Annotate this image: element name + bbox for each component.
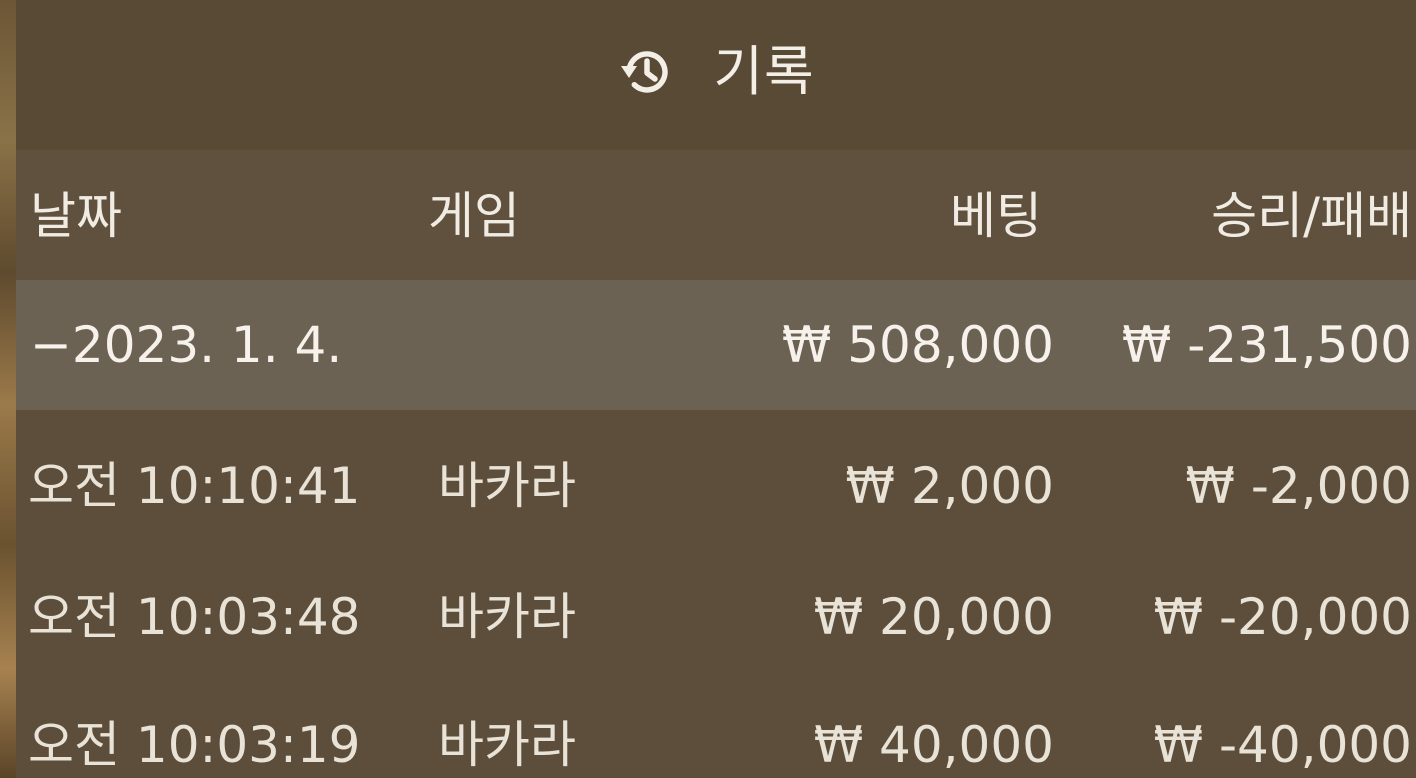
date-group-row[interactable]: −2023. 1. 4. ₩ 508,000 ₩ -231,500	[16, 280, 1416, 410]
table-row[interactable]: 오전 10:03:48 바카라 ₩ 20,000 ₩ -20,000	[16, 550, 1416, 674]
row-game: 바카라	[438, 588, 576, 646]
column-header-game: 게임	[428, 187, 520, 245]
row-time: 오전 10:03:19	[28, 716, 361, 774]
row-result: ₩ -20,000	[1153, 588, 1412, 646]
date-group-result-total: ₩ -231,500	[1121, 316, 1412, 374]
row-game: 바카라	[438, 457, 576, 515]
row-bet: ₩ 2,000	[845, 457, 1054, 515]
table-row[interactable]: 오전 10:03:19 바카라 ₩ 40,000 ₩ -40,000	[16, 680, 1416, 778]
background-edge	[0, 0, 16, 778]
date-group-label: −2023. 1. 4.	[30, 316, 343, 374]
date-group-bet-total: ₩ 508,000	[781, 316, 1054, 374]
table-row[interactable]: 오전 10:10:41 바카라 ₩ 2,000 ₩ -2,000	[16, 424, 1416, 548]
row-bet: ₩ 40,000	[813, 716, 1054, 774]
history-panel: 기록 날짜 게임 베팅 승리/패배 −2023. 1. 4. ₩ 508,000…	[16, 0, 1416, 778]
row-result: ₩ -2,000	[1185, 457, 1412, 515]
column-header-date: 날짜	[30, 187, 122, 245]
row-bet: ₩ 20,000	[813, 588, 1054, 646]
row-result: ₩ -40,000	[1153, 716, 1412, 774]
row-time: 오전 10:03:48	[28, 588, 361, 646]
column-header-result: 승리/패배	[1211, 187, 1412, 245]
row-game: 바카라	[438, 716, 576, 774]
table-header: 날짜 게임 베팅 승리/패배	[16, 150, 1416, 280]
page-title: 기록	[713, 40, 815, 103]
column-header-bet: 베팅	[950, 187, 1042, 245]
row-time: 오전 10:10:41	[28, 457, 361, 515]
history-icon	[617, 42, 677, 102]
header-title-group: 기록	[16, 34, 1416, 110]
panel-header: 기록	[16, 0, 1416, 150]
